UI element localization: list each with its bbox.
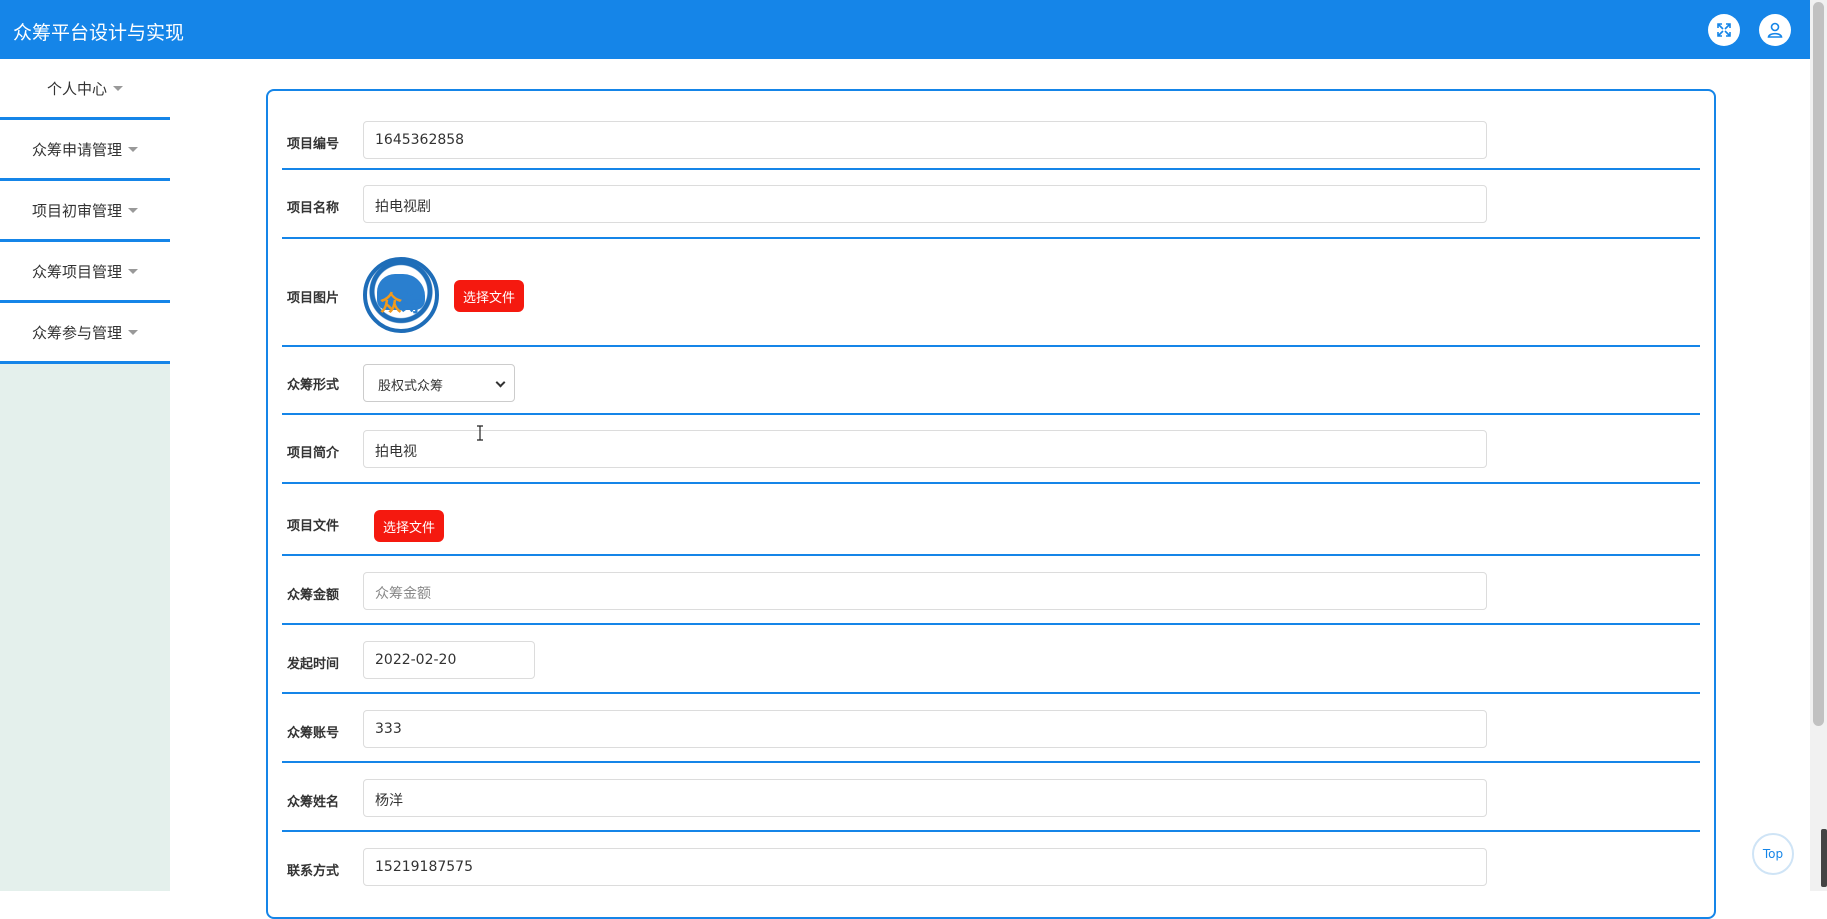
chevron-down-icon xyxy=(495,377,506,388)
caret-down-icon xyxy=(128,146,138,152)
project-intro-input[interactable]: 拍电视 xyxy=(363,430,1487,468)
back-to-top-button[interactable]: Top xyxy=(1752,833,1794,875)
form-row-project-name: 项目名称 拍电视剧 xyxy=(282,170,1700,239)
field-label: 众筹形式 xyxy=(287,378,340,393)
project-image-preview: 众筹 xyxy=(363,257,439,333)
fullscreen-icon xyxy=(1717,23,1731,37)
contact-input[interactable]: 15219187575 xyxy=(363,848,1487,886)
form-row-project-image: 项目图片 众筹 选择文件 xyxy=(282,239,1700,347)
form-row-amount: 众筹金额 众筹金额 xyxy=(282,556,1700,625)
form-row-project-intro: 项目简介 拍电视 xyxy=(282,415,1700,484)
sidebar-item-label: 项目初审管理 xyxy=(31,201,122,220)
sidebar-item-application-management[interactable]: 众筹申请管理 xyxy=(0,120,170,181)
sidebar-item-participation-management[interactable]: 众筹参与管理 xyxy=(0,303,170,364)
field-label: 项目名称 xyxy=(287,201,340,216)
field-label: 众筹金额 xyxy=(287,588,340,603)
field-label: 项目文件 xyxy=(287,519,340,534)
sidebar-item-label: 众筹参与管理 xyxy=(31,323,122,342)
top-bar: 众筹平台设计与实现 xyxy=(0,0,1810,59)
sidebar-item-label: 个人中心 xyxy=(46,79,107,98)
account-input[interactable]: 333 xyxy=(363,710,1487,748)
page-scrollbar[interactable] xyxy=(1810,0,1827,891)
amount-input[interactable]: 众筹金额 xyxy=(363,572,1487,610)
start-time-input[interactable]: 2022-02-20 xyxy=(363,641,535,679)
form-row-project-no: 项目编号 1645362858 xyxy=(282,91,1700,170)
caret-down-icon xyxy=(128,329,138,335)
sidebar-item-project-management[interactable]: 众筹项目管理 xyxy=(0,242,170,303)
project-form: 项目编号 1645362858 项目名称 拍电视剧 项目图片 众筹 选择文件 众… xyxy=(266,89,1716,919)
choose-file-button[interactable]: 选择文件 xyxy=(374,510,445,542)
caret-down-icon xyxy=(128,268,138,274)
fullscreen-button[interactable] xyxy=(1708,14,1740,46)
caret-down-icon xyxy=(113,85,123,91)
field-label: 发起时间 xyxy=(287,657,340,672)
field-label: 项目编号 xyxy=(287,137,340,152)
sidebar-item-personal-center[interactable]: 个人中心 xyxy=(0,59,170,120)
form-row-crowd-form: 众筹形式 股权式众筹 xyxy=(282,347,1700,415)
project-name-input[interactable]: 拍电视剧 xyxy=(363,185,1487,223)
caret-down-icon xyxy=(128,207,138,213)
text-cursor-icon xyxy=(477,425,483,441)
sidebar-item-initial-review-management[interactable]: 项目初审管理 xyxy=(0,181,170,242)
project-no-input[interactable]: 1645362858 xyxy=(363,121,1487,159)
edge-widget xyxy=(1821,829,1827,887)
user-icon xyxy=(1767,22,1783,38)
sidebar-item-label: 众筹申请管理 xyxy=(31,140,122,159)
app-title: 众筹平台设计与实现 xyxy=(13,22,185,44)
field-label: 项目简介 xyxy=(287,446,340,461)
form-row-name: 众筹姓名 杨洋 xyxy=(282,763,1700,832)
field-label: 项目图片 xyxy=(287,291,340,306)
crowd-form-select[interactable]: 股权式众筹 xyxy=(363,364,515,402)
user-button[interactable] xyxy=(1759,14,1791,46)
form-row-account: 众筹账号 333 xyxy=(282,694,1700,763)
field-label: 众筹姓名 xyxy=(287,795,340,810)
sidebar-item-label: 众筹项目管理 xyxy=(31,262,122,281)
name-input[interactable]: 杨洋 xyxy=(363,779,1487,817)
logo-text: 众筹 xyxy=(379,292,423,317)
sidebar: 个人中心 众筹申请管理 项目初审管理 众筹项目管理 众筹参与管理 xyxy=(0,59,170,891)
scrollbar-thumb[interactable] xyxy=(1813,2,1824,726)
form-row-project-file: 项目文件 选择文件 xyxy=(282,484,1700,556)
form-row-start-time: 发起时间 2022-02-20 xyxy=(282,625,1700,694)
choose-image-button[interactable]: 选择文件 xyxy=(454,280,525,312)
field-label: 众筹账号 xyxy=(287,726,340,741)
field-label: 联系方式 xyxy=(287,864,340,879)
